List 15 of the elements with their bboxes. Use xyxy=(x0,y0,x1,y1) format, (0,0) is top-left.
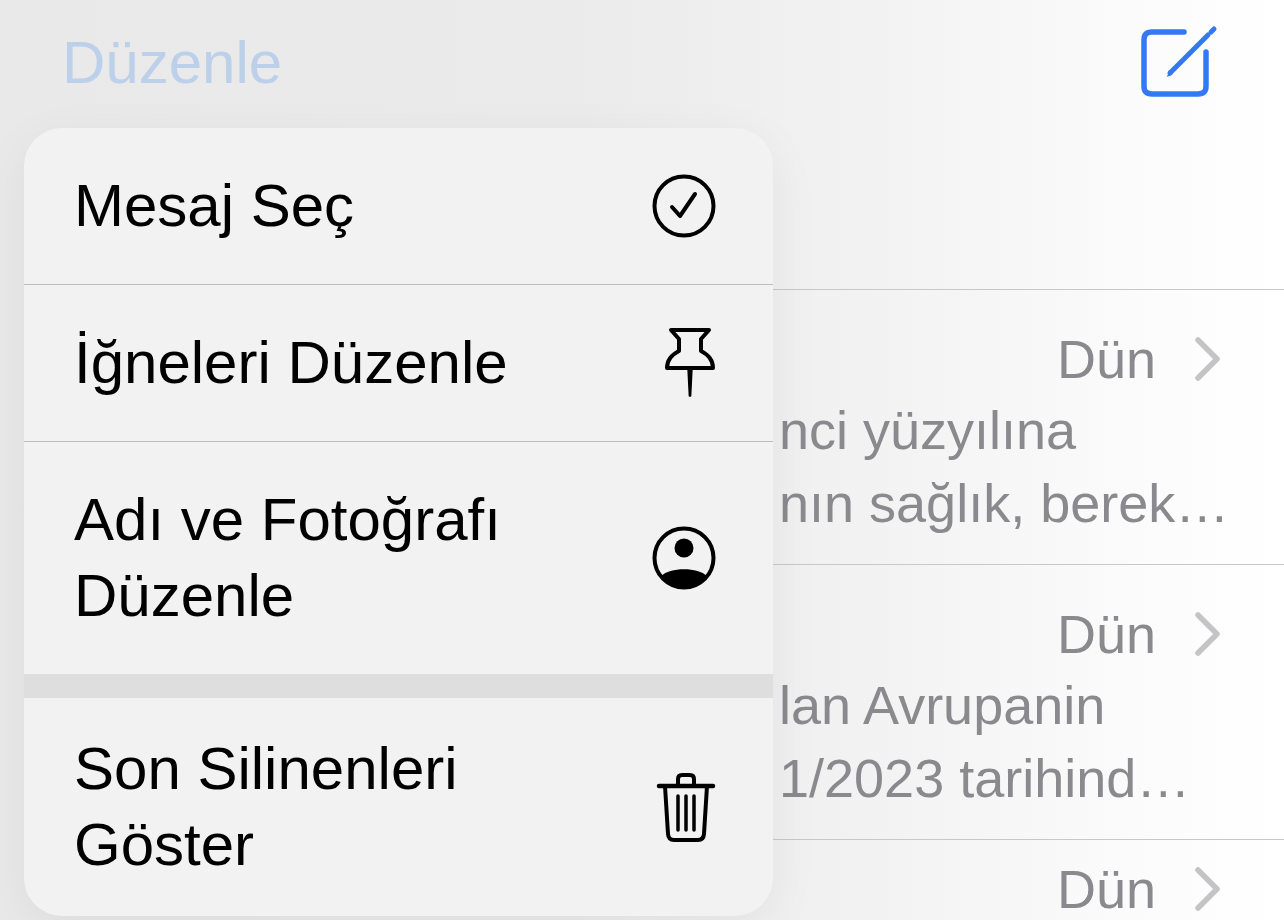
message-preview: nci yüzyılına nın sağlık, berek… xyxy=(779,399,1222,535)
chevron-right-icon xyxy=(1194,866,1222,912)
trash-icon xyxy=(656,771,716,843)
time-label: Dün xyxy=(1056,607,1156,661)
chevron-right-icon xyxy=(1194,336,1222,382)
time-label: Dün xyxy=(1056,332,1156,386)
menu-item[interactable]: Mesaj Seç xyxy=(24,128,773,284)
pushpin-icon xyxy=(664,327,716,399)
chevron-right-icon xyxy=(1194,611,1222,657)
person-circle-icon xyxy=(652,526,716,590)
checkmark-circle-icon xyxy=(652,174,716,238)
menu-item[interactable]: Son Silinenleri Göster xyxy=(24,698,773,916)
message-preview: lan Avrupanin 1/2023 tarihind… xyxy=(779,674,1192,810)
menu-item[interactable]: İğneleri Düzenle xyxy=(24,284,773,441)
time-label: Dün xyxy=(1056,862,1156,916)
